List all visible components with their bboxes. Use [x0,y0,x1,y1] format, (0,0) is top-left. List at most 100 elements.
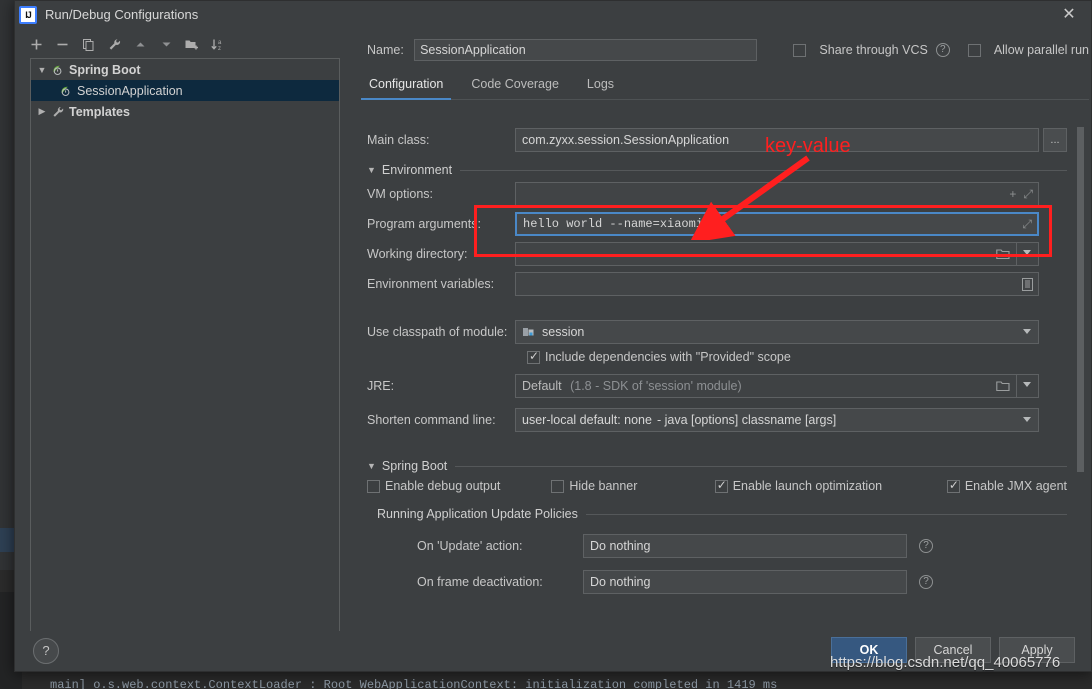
environment-variables-row: Environment variables: [355,271,1067,297]
share-through-vcs-label: Share through VCS [819,43,927,57]
spring-boot-icon [57,84,75,98]
enable-jmx-agent-checkbox[interactable] [947,480,960,493]
folder-icon[interactable] [996,243,1010,265]
move-down-button[interactable] [154,33,178,55]
chevron-down-icon[interactable] [1016,374,1038,398]
expand-diagonal-icon[interactable]: ⤢ [1022,215,1032,235]
enable-launch-optimization-checkbox[interactable] [715,480,728,493]
program-arguments-label: Program arguments: [355,217,515,231]
working-directory-input[interactable] [515,242,1039,266]
jre-label: JRE: [355,379,515,393]
on-frame-deactivation-row: On frame deactivation: Do nothing ? [417,569,1067,595]
jre-combobox[interactable]: Default (1.8 - SDK of 'session' module) [515,374,1039,398]
dialog-titlebar: IJ Run/Debug Configurations ✕ [15,1,1091,29]
environment-variables-input[interactable] [515,272,1039,296]
vm-options-input[interactable]: + ⤢ [515,182,1039,206]
chevron-down-icon[interactable] [1016,242,1038,266]
enable-launch-optimization-checkbox-item[interactable]: Enable launch optimization [715,479,947,493]
allow-parallel-run-checkbox[interactable] [968,44,981,57]
tree-node-templates[interactable]: ▶ Templates [31,101,339,122]
on-frame-deactivation-combobox[interactable]: Do nothing [583,570,907,594]
on-update-action-combobox[interactable]: Do nothing [583,534,907,558]
chevron-down-icon[interactable] [1023,329,1031,334]
tree-node-label: SessionApplication [77,84,183,98]
tab-configuration[interactable]: Configuration [367,75,445,99]
environment-section-header[interactable]: ▼ Environment [367,163,1067,177]
new-folder-button[interactable] [180,33,204,55]
classpath-module-value: session [542,325,584,339]
hide-banner-checkbox[interactable] [551,480,564,493]
hide-banner-checkbox-item[interactable]: Hide banner [551,479,714,493]
add-configuration-button[interactable] [24,33,48,55]
enable-debug-output-checkbox[interactable] [367,480,380,493]
edit-templates-wrench-icon[interactable] [102,33,126,55]
logo-text: IJ [21,8,35,22]
spring-boot-checkbox-group: Enable debug output Hide banner Enable l… [367,479,1067,493]
chevron-down-icon[interactable]: ▼ [367,165,376,175]
run-debug-configurations-dialog: IJ Run/Debug Configurations ✕ [14,0,1092,672]
help-circle-icon[interactable]: ? [936,43,950,57]
configurations-tree[interactable]: ▼ Spring Boot [30,58,340,633]
program-arguments-row: Program arguments: hello world --name=xi… [355,211,1067,237]
vm-options-row: VM options: + ⤢ [355,181,1067,207]
environment-section-title: Environment [382,163,452,177]
help-icon[interactable]: ? [33,638,59,664]
chevron-right-icon[interactable]: ▶ [35,106,49,117]
help-circle-icon[interactable]: ? [919,539,933,553]
help-circle-icon[interactable]: ? [919,575,933,589]
spring-boot-icon [49,63,67,77]
main-class-label: Main class: [355,133,515,147]
chevron-down-icon[interactable]: ▼ [35,65,49,75]
form-scrollbar[interactable] [1075,127,1086,593]
on-update-action-label: On 'Update' action: [417,539,583,553]
tab-logs[interactable]: Logs [585,75,616,99]
classpath-module-row: Use classpath of module: session [355,319,1067,345]
folder-icon[interactable] [996,375,1010,397]
spring-boot-section-title: Spring Boot [382,459,447,473]
configurations-left-pane: a z ▼ Spring Boot [20,31,340,633]
enable-jmx-agent-label: Enable JMX agent [965,479,1067,493]
tree-node-session-application[interactable]: SessionApplication [31,80,339,101]
tree-node-label: Spring Boot [69,63,141,77]
include-provided-row: Include dependencies with "Provided" sco… [527,345,1067,369]
include-provided-checkbox[interactable] [527,351,540,364]
console-line: main] o.s.web.context.ContextLoader : Ro… [50,678,777,689]
move-up-button[interactable] [128,33,152,55]
main-class-row: Main class: com.zyxx.session.SessionAppl… [355,127,1067,153]
name-input[interactable] [414,39,757,61]
copy-configuration-button[interactable] [76,33,100,55]
plus-icon[interactable]: + [1009,183,1016,205]
form-scrollbar-thumb[interactable] [1077,127,1084,472]
tree-node-spring-boot[interactable]: ▼ Spring Boot [31,59,339,80]
classpath-module-label: Use classpath of module: [355,325,515,339]
expand-diagonal-icon[interactable]: ⤢ [1023,183,1033,205]
close-icon[interactable]: ✕ [1047,1,1091,29]
on-frame-deactivation-value: Do nothing [590,575,650,589]
shorten-command-line-label: Shorten command line: [355,413,515,427]
program-arguments-value: hello world --name=xiaoming [523,217,717,231]
sort-configurations-button[interactable]: a z [206,33,230,55]
main-class-input[interactable]: com.zyxx.session.SessionApplication [515,128,1039,152]
remove-configuration-button[interactable] [50,33,74,55]
chevron-down-icon[interactable] [1023,417,1031,422]
shorten-command-line-combobox[interactable]: user-local default: none - java [options… [515,408,1039,432]
vm-options-label: VM options: [355,187,515,201]
svg-text:z: z [218,46,221,52]
configuration-right-pane: Name: Share through VCS ? Allow parallel… [355,31,1089,633]
program-arguments-input[interactable]: hello world --name=xiaoming| ⤢ [515,212,1039,236]
working-directory-label: Working directory: [355,247,515,261]
spring-boot-section-header[interactable]: ▼ Spring Boot [367,459,1067,473]
enable-debug-output-label: Enable debug output [385,479,500,493]
classpath-module-combobox[interactable]: session [515,320,1039,344]
configuration-form: Main class: com.zyxx.session.SessionAppl… [355,123,1067,633]
list-edit-icon[interactable] [1022,273,1033,295]
enable-jmx-agent-checkbox-item[interactable]: Enable JMX agent [947,479,1067,493]
top-checkbox-group: Share through VCS ? Allow parallel run [793,43,1089,57]
update-policies-title: Running Application Update Policies [377,507,578,521]
chevron-down-icon[interactable]: ▼ [367,461,376,471]
shorten-command-line-row: Shorten command line: user-local default… [355,407,1067,433]
tab-code-coverage[interactable]: Code Coverage [469,75,561,99]
main-class-browse-button[interactable]: ... [1043,128,1067,152]
enable-debug-output-checkbox-item[interactable]: Enable debug output [367,479,551,493]
share-through-vcs-checkbox[interactable] [793,44,806,57]
